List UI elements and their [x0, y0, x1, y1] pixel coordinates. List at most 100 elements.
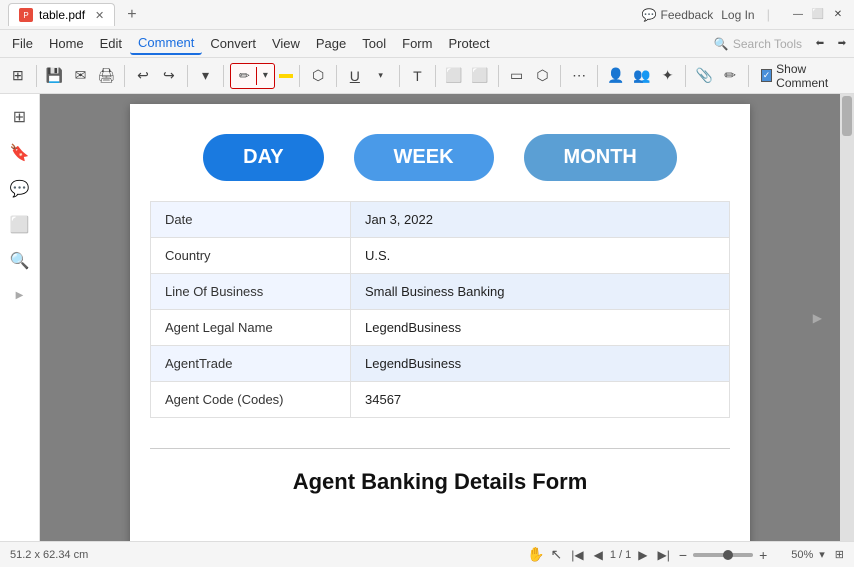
- text-button[interactable]: T: [405, 63, 429, 89]
- pdf-area[interactable]: DAY WEEK MONTH Date Jan 3, 2022 Country …: [40, 94, 840, 541]
- fullscreen-button[interactable]: ⊞: [835, 548, 844, 561]
- scroll-thumb[interactable]: [842, 96, 852, 136]
- textbox-button[interactable]: ⬜: [442, 63, 466, 89]
- last-page-button[interactable]: ▶|: [655, 548, 673, 562]
- menu-form[interactable]: Form: [394, 33, 440, 54]
- month-button[interactable]: MONTH: [524, 134, 677, 181]
- value-agent-code: 34567: [351, 382, 730, 418]
- panel-toggle-button[interactable]: ⊞: [6, 63, 30, 89]
- pdf-page: DAY WEEK MONTH Date Jan 3, 2022 Country …: [130, 104, 750, 541]
- sidebar-bookmark-button[interactable]: 🔖: [5, 138, 35, 168]
- sep11: [597, 65, 598, 87]
- sep6: [336, 65, 337, 87]
- menu-view[interactable]: View: [264, 33, 308, 54]
- zoom-in-button[interactable]: +: [759, 547, 767, 563]
- redo-button[interactable]: ↪: [157, 63, 181, 89]
- sep13: [748, 65, 749, 87]
- new-tab-button[interactable]: +: [121, 6, 142, 24]
- sidebar-search-button[interactable]: 🔍: [5, 246, 35, 276]
- first-page-button[interactable]: |◀: [568, 548, 586, 562]
- value-agent-trade: LegendBusiness: [351, 346, 730, 382]
- sep2: [124, 65, 125, 87]
- tab-table-pdf[interactable]: P table.pdf ✕: [8, 3, 115, 26]
- close-button[interactable]: ✕: [830, 7, 846, 23]
- sidebar-expand-button[interactable]: ▶: [16, 290, 24, 301]
- tab-close-button[interactable]: ✕: [95, 9, 104, 22]
- day-button[interactable]: DAY: [203, 134, 323, 181]
- link-button[interactable]: 📎: [692, 63, 716, 89]
- feedback-icon: 💬: [642, 8, 657, 22]
- stamp-button[interactable]: ⬡: [531, 63, 555, 89]
- label-line-of-business: Line Of Business: [151, 274, 351, 310]
- sep9: [498, 65, 499, 87]
- label-country: Country: [151, 238, 351, 274]
- sep12: [685, 65, 686, 87]
- login-button[interactable]: Log In: [721, 8, 754, 22]
- value-country: U.S.: [351, 238, 730, 274]
- table-row: Country U.S.: [151, 238, 730, 274]
- person-button[interactable]: 👤: [604, 63, 628, 89]
- sidebar-pages-button[interactable]: ⊞: [5, 102, 35, 132]
- group-button[interactable]: 👥: [630, 63, 654, 89]
- edit2-button[interactable]: ✏: [718, 63, 742, 89]
- menu-tool[interactable]: Tool: [354, 33, 394, 54]
- menu-convert[interactable]: Convert: [202, 33, 264, 54]
- save-button[interactable]: 💾: [43, 63, 67, 89]
- value-date: Jan 3, 2022: [351, 202, 730, 238]
- highlight-color-indicator: [279, 73, 293, 78]
- menu-comment[interactable]: Comment: [130, 32, 202, 55]
- value-agent-legal-name: LegendBusiness: [351, 310, 730, 346]
- back-button[interactable]: ⬅: [812, 36, 828, 52]
- scrollbar-right[interactable]: [840, 94, 854, 541]
- sidebar-left: ⊞ 🔖 💬 ⬜ 🔍 ▶: [0, 94, 40, 541]
- prev-page-button[interactable]: ◀: [591, 548, 606, 562]
- feedback-button[interactable]: 💬 Feedback: [642, 8, 714, 22]
- forward-button[interactable]: ➡: [834, 36, 850, 52]
- page-info: 1 / 1: [610, 549, 631, 561]
- zoom-level: 50%: [777, 549, 813, 561]
- zoom-slider[interactable]: [693, 553, 753, 557]
- highlight-tool-group[interactable]: ✏ ▾: [230, 63, 275, 89]
- table-row: Agent Legal Name LegendBusiness: [151, 310, 730, 346]
- show-comment-checkbox[interactable]: [761, 69, 772, 82]
- sidebar-comment-button[interactable]: 💬: [5, 174, 35, 204]
- dimensions-label: 51.2 x 62.34 cm: [10, 549, 88, 561]
- next-page-button[interactable]: ▶: [635, 548, 650, 562]
- menu-file[interactable]: File: [4, 33, 41, 54]
- menu-edit[interactable]: Edit: [92, 33, 130, 54]
- menubar: File Home Edit Comment Convert View Page…: [0, 30, 854, 58]
- menu-page[interactable]: Page: [308, 33, 354, 54]
- sidebar-layers-button[interactable]: ⬜: [5, 210, 35, 240]
- sep3: [187, 65, 188, 87]
- window-controls: — ⬜ ✕: [790, 7, 846, 23]
- more-button[interactable]: ⋯: [567, 63, 591, 89]
- select-tool-icon[interactable]: ↖: [551, 546, 563, 563]
- dropdown-button[interactable]: ▾: [194, 63, 218, 89]
- print-button[interactable]: 🖨: [94, 63, 118, 89]
- hand-tool-icon[interactable]: ✋: [527, 546, 544, 563]
- menu-protect[interactable]: Protect: [440, 33, 497, 54]
- minimize-button[interactable]: —: [790, 7, 806, 23]
- titlebar-left: P table.pdf ✕ +: [8, 3, 642, 26]
- highlight-button[interactable]: ✏: [232, 65, 256, 87]
- stamp2-button[interactable]: ✦: [656, 63, 680, 89]
- search-tools[interactable]: 🔍 Search Tools: [714, 37, 802, 51]
- eraser-button[interactable]: ⬡: [306, 63, 330, 89]
- email-button[interactable]: ✉: [69, 63, 93, 89]
- underline-button[interactable]: U: [343, 63, 367, 89]
- form-title: Agent Banking Details Form: [293, 469, 588, 495]
- week-button[interactable]: WEEK: [354, 134, 494, 181]
- underline-dropdown[interactable]: ▾: [369, 63, 393, 89]
- undo-button[interactable]: ↩: [131, 63, 155, 89]
- callout-button[interactable]: ⬜: [468, 63, 492, 89]
- right-panel-toggle[interactable]: ▶: [813, 311, 822, 325]
- table-row: Agent Code (Codes) 34567: [151, 382, 730, 418]
- label-agent-trade: AgentTrade: [151, 346, 351, 382]
- highlight-dropdown[interactable]: ▾: [257, 65, 273, 87]
- maximize-button[interactable]: ⬜: [810, 7, 826, 23]
- zoom-dropdown[interactable]: ▾: [819, 548, 825, 561]
- zoom-out-button[interactable]: −: [679, 547, 687, 563]
- menu-home[interactable]: Home: [41, 33, 92, 54]
- shape-button[interactable]: ▭: [505, 63, 529, 89]
- value-line-of-business: Small Business Banking: [351, 274, 730, 310]
